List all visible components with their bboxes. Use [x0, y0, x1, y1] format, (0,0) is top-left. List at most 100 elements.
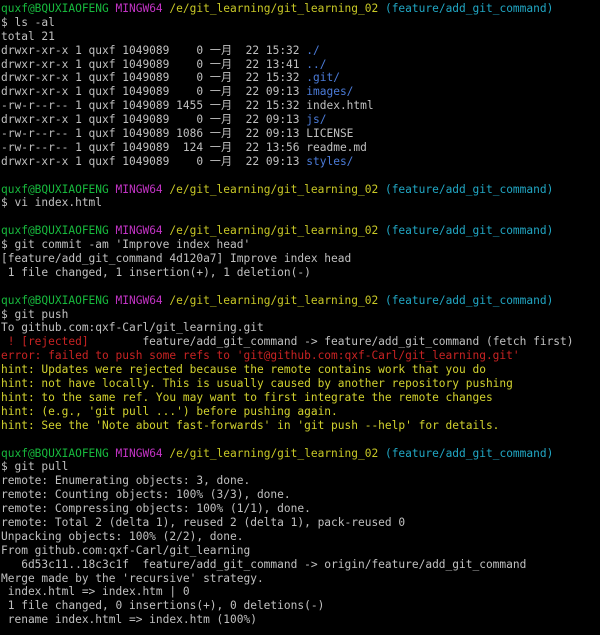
prompt-env: MINGW64: [108, 446, 163, 460]
prompt-path: /e/git_learning/git_learning_02: [162, 182, 379, 196]
terminal-line-output: -rw-r--r-- 1 quxf 1049089 1455 一月 22 15:…: [1, 99, 600, 113]
prompt-branch: (feature/add_git_command): [378, 2, 554, 15]
terminal-line-output: -rw-r--r-- 1 quxf 1049089 124 一月 22 13:5…: [1, 141, 600, 155]
line-text: 1 file changed, 0 insertions(+), 0 delet…: [1, 599, 325, 613]
hint-text: hint: not have locally. This is usually …: [1, 377, 513, 391]
terminal-line-prompt: quxf@BQUXIAOFENG MINGW64 /e/git_learning…: [1, 224, 600, 238]
terminal-line-prompt: quxf@BQUXIAOFENG MINGW64 /e/git_learning…: [1, 183, 600, 197]
line-text: drwxr-xr-x 1 quxf 1049089 0 一月 22 13:41: [1, 57, 307, 71]
line-text: feature/add_git_command -> feature/add_g…: [88, 335, 574, 349]
line-text: drwxr-xr-x 1 quxf 1049089 0 一月 22 15:32: [1, 43, 307, 57]
command-text: $ vi index.html: [1, 196, 103, 210]
error-text: error: failed to push some refs to 'git@…: [1, 349, 520, 363]
terminal-line-output: drwxr-xr-x 1 quxf 1049089 0 一月 22 09:13 …: [1, 113, 600, 127]
error-text: ! [rejected]: [1, 335, 89, 349]
line-text: -rw-r--r-- 1 quxf 1049089 1086 一月 22 09:…: [1, 127, 354, 141]
line-text: remote: Compressing objects: 100% (1/1),…: [1, 502, 311, 516]
terminal-line-error: error: failed to push some refs to 'git@…: [1, 349, 600, 363]
terminal-window[interactable]: quxf@BQUXIAOFENG MINGW64 /e/git_learning…: [0, 0, 600, 635]
terminal-line-command: $ git commit -am 'Improve index head': [1, 238, 600, 252]
prompt-env: MINGW64: [108, 2, 163, 15]
terminal-line-output: drwxr-xr-x 1 quxf 1049089 0 一月 22 13:41 …: [1, 58, 600, 72]
terminal-line-command: $ ls -al: [1, 16, 600, 30]
terminal-line-output: remote: Counting objects: 100% (3/3), do…: [1, 488, 600, 502]
terminal-line-output: Unpacking objects: 100% (2/2), done.: [1, 530, 600, 544]
prompt-path: /e/git_learning/git_learning_02: [162, 293, 379, 307]
hint-text: hint: Updates were rejected because the …: [1, 363, 486, 377]
line-text: remote: Enumerating objects: 3, done.: [1, 474, 251, 488]
line-text: 6d53c11..18c3c1f feature/add_git_command…: [1, 557, 527, 571]
terminal-line-output: 1 file changed, 0 insertions(+), 0 delet…: [1, 599, 600, 613]
terminal-line-output: drwxr-xr-x 1 quxf 1049089 0 一月 22 15:32 …: [1, 71, 600, 85]
prompt-branch: (feature/add_git_command): [378, 293, 554, 307]
command-text: $ git pull: [1, 460, 69, 474]
prompt-env: MINGW64: [108, 293, 163, 307]
line-text: -rw-r--r-- 1 quxf 1049089 124 一月 22 13:5…: [1, 140, 367, 154]
terminal-output: quxf@BQUXIAOFENG MINGW64 /e/git_learning…: [1, 2, 600, 627]
directory-name: ./: [306, 43, 320, 57]
terminal-line-output: [feature/add_git_command 4d120a7] Improv…: [1, 252, 600, 266]
terminal-line-hint: hint: (e.g., 'git pull ...') before push…: [1, 405, 600, 419]
terminal-line-output: ! [rejected] feature/add_git_command -> …: [1, 335, 600, 349]
terminal-line-output: remote: Compressing objects: 100% (1/1),…: [1, 502, 600, 516]
terminal-line-command: $ git pull: [1, 460, 600, 474]
prompt-user-host: quxf@BQUXIAOFENG: [1, 293, 109, 307]
prompt-path: /e/git_learning/git_learning_02: [162, 446, 379, 460]
command-text: $ git commit -am 'Improve index head': [1, 238, 251, 252]
terminal-line-prompt: quxf@BQUXIAOFENG MINGW64 /e/git_learning…: [1, 2, 600, 16]
line-text: drwxr-xr-x 1 quxf 1049089 0 一月 22 15:32: [1, 71, 307, 85]
line-text: rename index.html => index.htm (100%): [1, 613, 257, 627]
line-text: index.html => index.htm | 0: [1, 585, 190, 599]
terminal-line-output: rename index.html => index.htm (100%): [1, 613, 600, 627]
prompt-user-host: quxf@BQUXIAOFENG: [1, 446, 109, 460]
terminal-line-output: Merge made by the 'recursive' strategy.: [1, 572, 600, 586]
prompt-env: MINGW64: [108, 224, 163, 238]
hint-text: hint: to the same ref. You may want to f…: [1, 390, 493, 404]
prompt-user-host: quxf@BQUXIAOFENG: [1, 2, 109, 15]
terminal-line-output: index.html => index.htm | 0: [1, 585, 600, 599]
line-text: -rw-r--r-- 1 quxf 1049089 1455 一月 22 15:…: [1, 99, 374, 113]
command-text: $ git push: [1, 307, 69, 321]
line-text: drwxr-xr-x 1 quxf 1049089 0 一月 22 09:13: [1, 154, 307, 168]
terminal-line-output: total 21: [1, 30, 600, 44]
terminal-line-output: drwxr-xr-x 1 quxf 1049089 0 一月 22 09:13 …: [1, 85, 600, 99]
terminal-line-output: From github.com:qxf-Carl/git_learning: [1, 544, 600, 558]
terminal-line-hint: hint: See the 'Note about fast-forwards'…: [1, 419, 600, 433]
prompt-path: /e/git_learning/git_learning_02: [162, 2, 379, 15]
directory-name: ../: [306, 57, 327, 71]
line-text: remote: Total 2 (delta 1), reused 2 (del…: [1, 515, 406, 529]
line-text: From github.com:qxf-Carl/git_learning: [1, 543, 251, 557]
terminal-line-output: drwxr-xr-x 1 quxf 1049089 0 一月 22 09:13 …: [1, 155, 600, 169]
terminal-line-prompt: quxf@BQUXIAOFENG MINGW64 /e/git_learning…: [1, 294, 600, 308]
prompt-env: MINGW64: [108, 182, 163, 196]
terminal-line-hint: hint: Updates were rejected because the …: [1, 363, 600, 377]
hint-text: hint: See the 'Note about fast-forwards'…: [1, 418, 500, 432]
directory-name: js/: [306, 113, 327, 127]
directory-name: styles/: [306, 154, 354, 168]
terminal-line-output: -rw-r--r-- 1 quxf 1049089 1086 一月 22 09:…: [1, 127, 600, 141]
terminal-line-command: $ git push: [1, 308, 600, 322]
prompt-user-host: quxf@BQUXIAOFENG: [1, 182, 109, 196]
line-text: Merge made by the 'recursive' strategy.: [1, 571, 264, 585]
directory-name: images/: [306, 85, 354, 99]
line-text: Unpacking objects: 100% (2/2), done.: [1, 529, 244, 543]
directory-name: .git/: [306, 71, 340, 85]
line-text: 1 file changed, 1 insertion(+), 1 deleti…: [1, 265, 311, 279]
terminal-line-hint: hint: not have locally. This is usually …: [1, 377, 600, 391]
command-text: $ ls -al: [1, 15, 55, 29]
terminal-line-output: remote: Total 2 (delta 1), reused 2 (del…: [1, 516, 600, 530]
prompt-branch: (feature/add_git_command): [378, 224, 554, 238]
hint-text: hint: (e.g., 'git pull ...') before push…: [1, 404, 338, 418]
line-text: drwxr-xr-x 1 quxf 1049089 0 一月 22 09:13: [1, 113, 307, 127]
prompt-branch: (feature/add_git_command): [378, 182, 554, 196]
terminal-line-output: drwxr-xr-x 1 quxf 1049089 0 一月 22 15:32 …: [1, 44, 600, 58]
line-text: To github.com:qxf-Carl/git_learning.git: [1, 321, 264, 335]
terminal-line-command: $ vi index.html: [1, 196, 600, 210]
prompt-branch: (feature/add_git_command): [378, 446, 554, 460]
terminal-line-output: remote: Enumerating objects: 3, done.: [1, 474, 600, 488]
line-text: [feature/add_git_command 4d120a7] Improv…: [1, 252, 352, 266]
line-text: drwxr-xr-x 1 quxf 1049089 0 一月 22 09:13: [1, 85, 307, 99]
